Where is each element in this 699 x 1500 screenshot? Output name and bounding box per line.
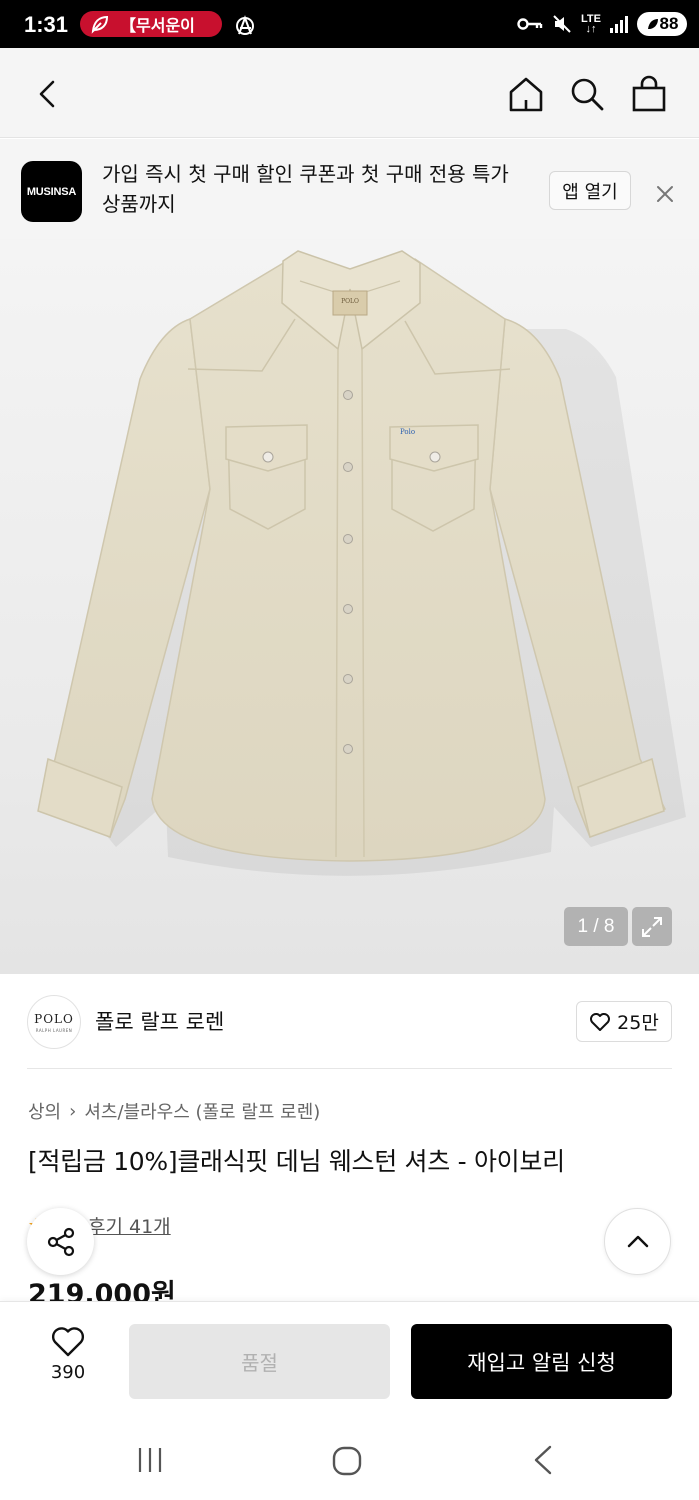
battery-saver-icon [647,19,658,29]
system-back-icon[interactable] [530,1444,556,1476]
system-navigation-bar [0,1420,699,1500]
brand-logo[interactable]: POLO RALPH LAUREN [27,995,81,1049]
anarchy-icon [236,15,254,35]
soldout-button: 품절 [129,1324,390,1399]
shirt-logo-text: Polo [400,428,415,436]
recent-apps-icon[interactable] [136,1446,164,1474]
home-circle-icon[interactable] [332,1446,362,1476]
scroll-top-button[interactable] [604,1208,671,1275]
purchase-action-bar: 390 품절 재입고 알림 신청 [0,1301,699,1420]
heart-icon [51,1327,85,1357]
brand-name[interactable]: 폴로 랄프 로렌 [95,1006,224,1036]
shirt-label-text: POLO [341,298,359,305]
status-icons: LTE ↓↑ 88 [517,10,687,38]
battery-indicator: 88 [637,12,687,36]
review-link[interactable]: 후기 41개 [88,1212,171,1239]
back-arrow-icon[interactable] [30,76,66,112]
brand-like-button[interactable]: 25만 [576,1001,672,1042]
chevron-up-icon [627,1235,648,1247]
key-icon [517,18,543,30]
leaf-icon [91,15,109,34]
product-price: 219,000원 [28,1279,176,1302]
lte-indicator: LTE ↓↑ [581,14,601,35]
brand-logo-text: POLO [34,1011,74,1026]
notification-text: 【무서운이 [120,18,195,35]
share-button[interactable] [27,1208,94,1275]
wishlist-button[interactable]: 390 [38,1326,98,1383]
battery-level: 88 [659,14,679,33]
close-icon[interactable] [652,181,678,207]
breadcrumb-category[interactable]: 상의 [28,1098,61,1124]
mute-icon [553,15,571,33]
breadcrumb-subcategory[interactable]: 셔츠/블라우스 (폴로 랄프 로렌) [84,1098,320,1124]
musinsa-logo: MUSINSA [21,161,82,222]
expand-icon [642,916,662,937]
divider [27,1068,672,1069]
breadcrumb: 상의 › 셔츠/블라우스 (폴로 랄프 로렌) [28,1098,320,1124]
brand-like-count: 25만 [617,1012,659,1034]
product-title: [적립금 10%]클래식핏 데님 웨스턴 셔츠 - 아이보리 [28,1147,565,1176]
notification-pill[interactable]: 【무서운이 [80,11,222,37]
heart-icon [590,1012,611,1031]
wishlist-count: 390 [50,1362,86,1383]
product-image-gallery[interactable]: Polo POLO 1 / 8 [0,239,699,974]
status-bar: 1:31 【무서운이 LTE ↓↑ 88 [0,0,699,48]
image-counter: 1 / 8 [564,907,628,946]
lte-arrows: ↓↑ [585,23,597,35]
expand-button[interactable] [632,907,672,946]
product-page: 1:31 【무서운이 LTE ↓↑ 88 MUSINSA 가입 즉시 첫 구매 … [0,0,699,1500]
search-icon[interactable] [567,74,607,114]
brand-logo-subtext: RALPH LAUREN [35,1027,73,1033]
share-icon [47,1227,74,1256]
signal-icon [610,16,628,33]
home-icon[interactable] [506,74,546,114]
status-time: 1:31 [24,12,69,37]
app-install-banner: MUSINSA 가입 즉시 첫 구매 할인 쿠폰과 첫 구매 전용 특가 상품까… [0,139,699,239]
banner-text: 가입 즉시 첫 구매 할인 쿠폰과 첫 구매 전용 특가 상품까지 [102,162,509,216]
breadcrumb-separator: › [69,1100,77,1122]
restock-alert-button[interactable]: 재입고 알림 신청 [411,1324,672,1399]
open-app-button[interactable]: 앱 열기 [549,171,631,210]
top-navigation [0,48,699,138]
product-image: Polo POLO [37,250,686,876]
shopping-bag-icon[interactable] [629,74,669,114]
